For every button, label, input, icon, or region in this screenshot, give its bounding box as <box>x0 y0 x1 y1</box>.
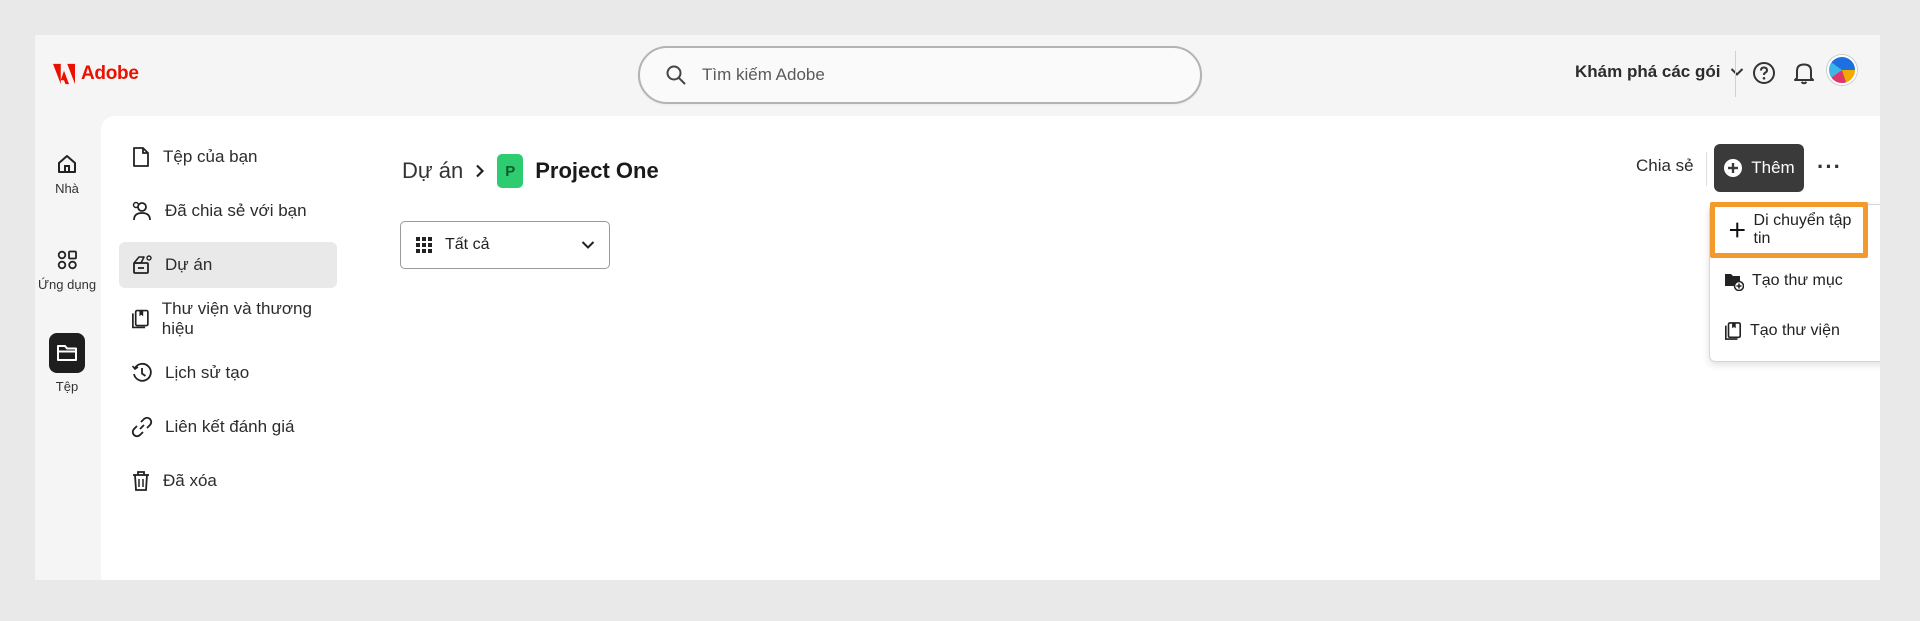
people-icon <box>132 201 151 221</box>
breadcrumb-projects-link[interactable]: Dự án <box>402 158 463 184</box>
sidebar-item-libraries[interactable]: Thư viện và thương hiệu <box>119 296 337 342</box>
explore-plans-label: Khám phá các gói <box>1575 62 1721 81</box>
home-icon <box>58 155 76 173</box>
top-bar: Adobe Khám phá các gói <box>35 35 1880 115</box>
rail-label-home: Nhà <box>55 181 79 196</box>
sidebar-item-projects[interactable]: Dự án <box>119 242 337 288</box>
filter-selected-label: Tất cả <box>445 236 490 253</box>
filter-dropdown[interactable]: Tất cả <box>400 221 610 269</box>
add-menu: Di chuyển tập tin Tạo thư mục Tạo thư vi… <box>1709 202 1880 362</box>
avatar[interactable] <box>1827 55 1857 85</box>
menu-item-label: Tạo thư mục <box>1752 272 1843 289</box>
search-bar[interactable] <box>638 46 1202 104</box>
sidebar-item-label: Đã xóa <box>163 471 217 490</box>
apps-icon <box>57 250 77 270</box>
chevron-right-icon <box>476 164 485 178</box>
notifications-button[interactable] <box>1793 61 1815 90</box>
trash-icon <box>133 471 149 491</box>
chevron-down-icon <box>581 241 595 249</box>
rail-active-indicator <box>49 333 85 373</box>
help-button[interactable] <box>1752 61 1776 90</box>
menu-item-label: Tạo thư viện <box>1750 322 1840 339</box>
content-panel: Tệp của bạn Đã chia sẻ với bạn Dự án Thư… <box>101 116 1880 580</box>
rail-label-files: Tệp <box>55 379 79 394</box>
bell-icon <box>1794 63 1814 85</box>
add-button-label: Thêm <box>1751 158 1795 177</box>
brand-name: Adobe <box>81 63 139 84</box>
file-icon <box>133 147 149 167</box>
breadcrumb: Dự án P Project One <box>402 154 659 188</box>
header-divider <box>1735 51 1736 97</box>
add-circle-icon <box>1724 159 1743 177</box>
sidebar-item-label: Đã chia sẻ với bạn <box>165 201 307 220</box>
menu-item-move-files[interactable]: Di chuyển tập tin <box>1710 202 1868 258</box>
adobe-logo[interactable]: Adobe <box>53 63 139 85</box>
sidebar-item-your-files[interactable]: Tệp của bạn <box>119 134 337 180</box>
chevron-down-icon <box>1731 68 1744 76</box>
toolbar-divider <box>1706 152 1707 186</box>
grid-icon <box>416 237 432 253</box>
project-badge: P <box>497 154 524 188</box>
help-icon <box>1753 62 1775 84</box>
search-icon <box>666 65 686 85</box>
folder-icon <box>57 345 77 361</box>
explore-plans-button[interactable]: Khám phá các gói <box>1575 62 1744 82</box>
sidebar-item-shared-with-you[interactable]: Đã chia sẻ với bạn <box>119 188 337 234</box>
sidebar-item-label: Tệp của bạn <box>163 147 258 166</box>
project-icon <box>133 255 152 274</box>
library-icon <box>1724 322 1742 340</box>
app-window: Adobe Khám phá các gói <box>35 35 1880 580</box>
menu-item-create-folder[interactable]: Tạo thư mục <box>1724 271 1843 291</box>
plus-icon <box>1729 222 1745 238</box>
library-icon <box>132 309 149 329</box>
sidebar-item-label: Lịch sử tạo <box>165 363 250 382</box>
sidebar-item-label: Thư viện và thương hiệu <box>161 299 312 338</box>
page-title: Project One <box>535 158 659 183</box>
rail-item-apps[interactable]: Ứng dụng <box>35 249 99 292</box>
share-button[interactable]: Chia sẻ <box>1636 156 1694 176</box>
rail-label-apps: Ứng dụng <box>37 277 97 292</box>
rail-item-home[interactable]: Nhà <box>35 153 99 196</box>
adobe-logo-icon <box>53 63 75 85</box>
add-button[interactable]: Thêm <box>1714 144 1804 192</box>
more-options-button[interactable]: ··· <box>1817 154 1842 180</box>
menu-item-create-library[interactable]: Tạo thư viện <box>1724 321 1840 341</box>
sidebar-item-history[interactable]: Lịch sử tạo <box>119 350 337 396</box>
menu-item-label: Di chuyển tập tin <box>1753 212 1852 247</box>
link-icon <box>131 416 153 438</box>
sidebar-item-label: Dự án <box>165 255 213 274</box>
sidebar-item-review-links[interactable]: Liên kết đánh giá <box>119 404 337 450</box>
sidebar-item-deleted[interactable]: Đã xóa <box>119 458 337 504</box>
history-icon <box>131 362 152 382</box>
search-input[interactable] <box>702 65 1142 85</box>
rail-item-files[interactable]: Tệp <box>35 333 99 394</box>
new-folder-icon <box>1725 274 1744 291</box>
sidebar-item-label: Liên kết đánh giá <box>165 417 295 436</box>
